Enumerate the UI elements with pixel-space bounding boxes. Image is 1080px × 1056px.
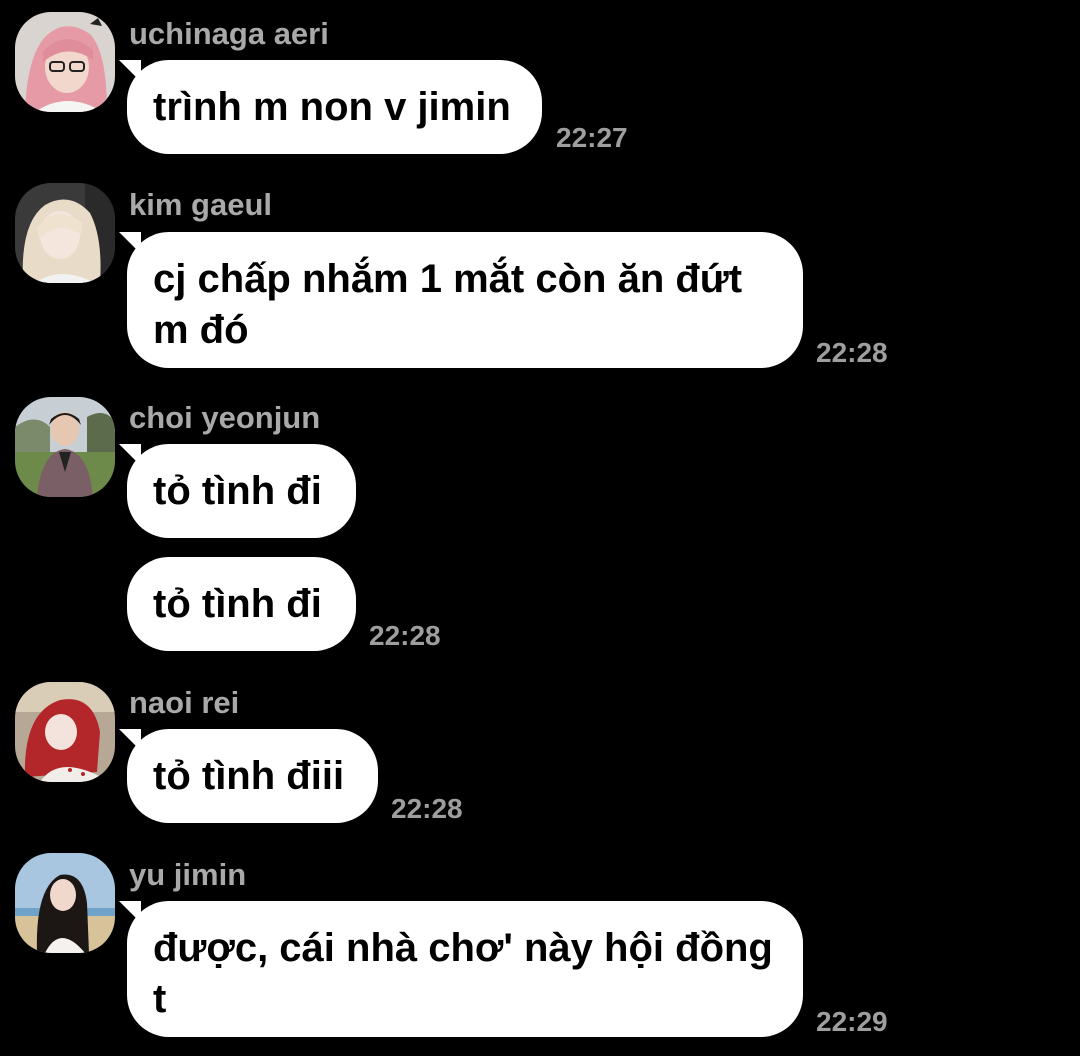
avatar-photo-beach (15, 853, 115, 953)
avatar[interactable] (15, 682, 115, 782)
avatar-photo-pink-hair (15, 12, 115, 112)
sender-name: uchinaga aeri (129, 16, 329, 51)
message-timestamp: 22:29 (816, 1006, 888, 1037)
avatar[interactable] (15, 183, 115, 283)
avatar-photo-park (15, 397, 115, 497)
message-timestamp: 22:28 (816, 337, 888, 368)
avatar[interactable] (15, 12, 115, 112)
message-bubble[interactable]: được, cái nhà chơ' này hội đồng t (119, 901, 803, 1037)
message-bubble[interactable]: tỏ tình đi (127, 557, 356, 651)
message-bubble[interactable]: cj chấp nhắm 1 mắt còn ăn đứt m đó (119, 232, 803, 368)
sender-name: kim gaeul (129, 187, 272, 222)
message-bubble[interactable]: tỏ tình đi (119, 444, 356, 538)
message-text: tỏ tình đi (153, 469, 322, 513)
message-timestamp: 22:28 (391, 793, 463, 824)
message-text: cj chấp nhắm 1 mắt còn ăn đứt m đó (153, 257, 743, 352)
message-text: tỏ tình điii (153, 754, 345, 798)
message-bubble[interactable]: tỏ tình điii (119, 729, 378, 823)
sender-name: choi yeonjun (129, 400, 321, 435)
message-timestamp: 22:28 (369, 620, 441, 651)
avatar[interactable] (15, 397, 115, 497)
avatar[interactable] (15, 853, 115, 953)
avatar-photo-blonde (15, 183, 115, 283)
sender-name: yu jimin (129, 857, 247, 892)
message-text: tỏ tình đi (153, 582, 322, 626)
message-text: trình m non v jimin (153, 85, 511, 129)
message-text: được, cái nhà chơ' này hội đồng t (153, 926, 773, 1021)
message-bubble[interactable]: trình m non v jimin (119, 60, 542, 154)
sender-name: naoi rei (129, 685, 240, 720)
message-timestamp: 22:27 (556, 122, 628, 153)
avatar-photo-red-bonnet (15, 682, 115, 782)
